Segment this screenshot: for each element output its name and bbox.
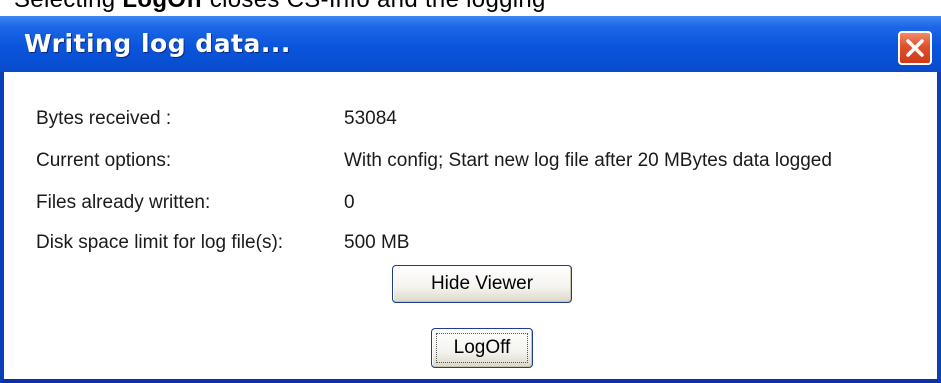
caption-bold: LogOff <box>122 0 202 13</box>
hide-viewer-button[interactable]: Hide Viewer <box>392 265 572 303</box>
close-button[interactable] <box>898 31 932 65</box>
screen: Selecting LogOff closes CS-Info and the … <box>0 0 941 383</box>
logoff-button[interactable]: LogOff <box>431 328 533 368</box>
title-bar[interactable]: Writing log data... <box>0 16 941 72</box>
background-caption: Selecting LogOff closes CS-Info and the … <box>14 0 546 14</box>
close-icon <box>906 39 924 57</box>
field-label: Files already written: <box>36 192 211 213</box>
field-label: Disk space limit for log file(s): <box>36 232 284 253</box>
field-value: With config; Start new log file after 20… <box>344 150 832 171</box>
caption-prefix: Selecting <box>14 0 122 13</box>
field-value: 500 MB <box>344 232 410 253</box>
field-label: Bytes received : <box>36 108 172 129</box>
field-label: Current options: <box>36 150 172 171</box>
field-value: 0 <box>344 192 355 213</box>
window-title: Writing log data... <box>24 29 291 58</box>
dialog-body: Bytes received : 53084 Current options: … <box>4 72 937 379</box>
dialog-window: Writing log data... Bytes received : 530… <box>0 16 941 383</box>
logoff-button-label: LogOff <box>453 337 511 358</box>
caption-suffix: closes CS-Info and the logging <box>203 0 546 13</box>
field-value: 53084 <box>344 108 397 129</box>
